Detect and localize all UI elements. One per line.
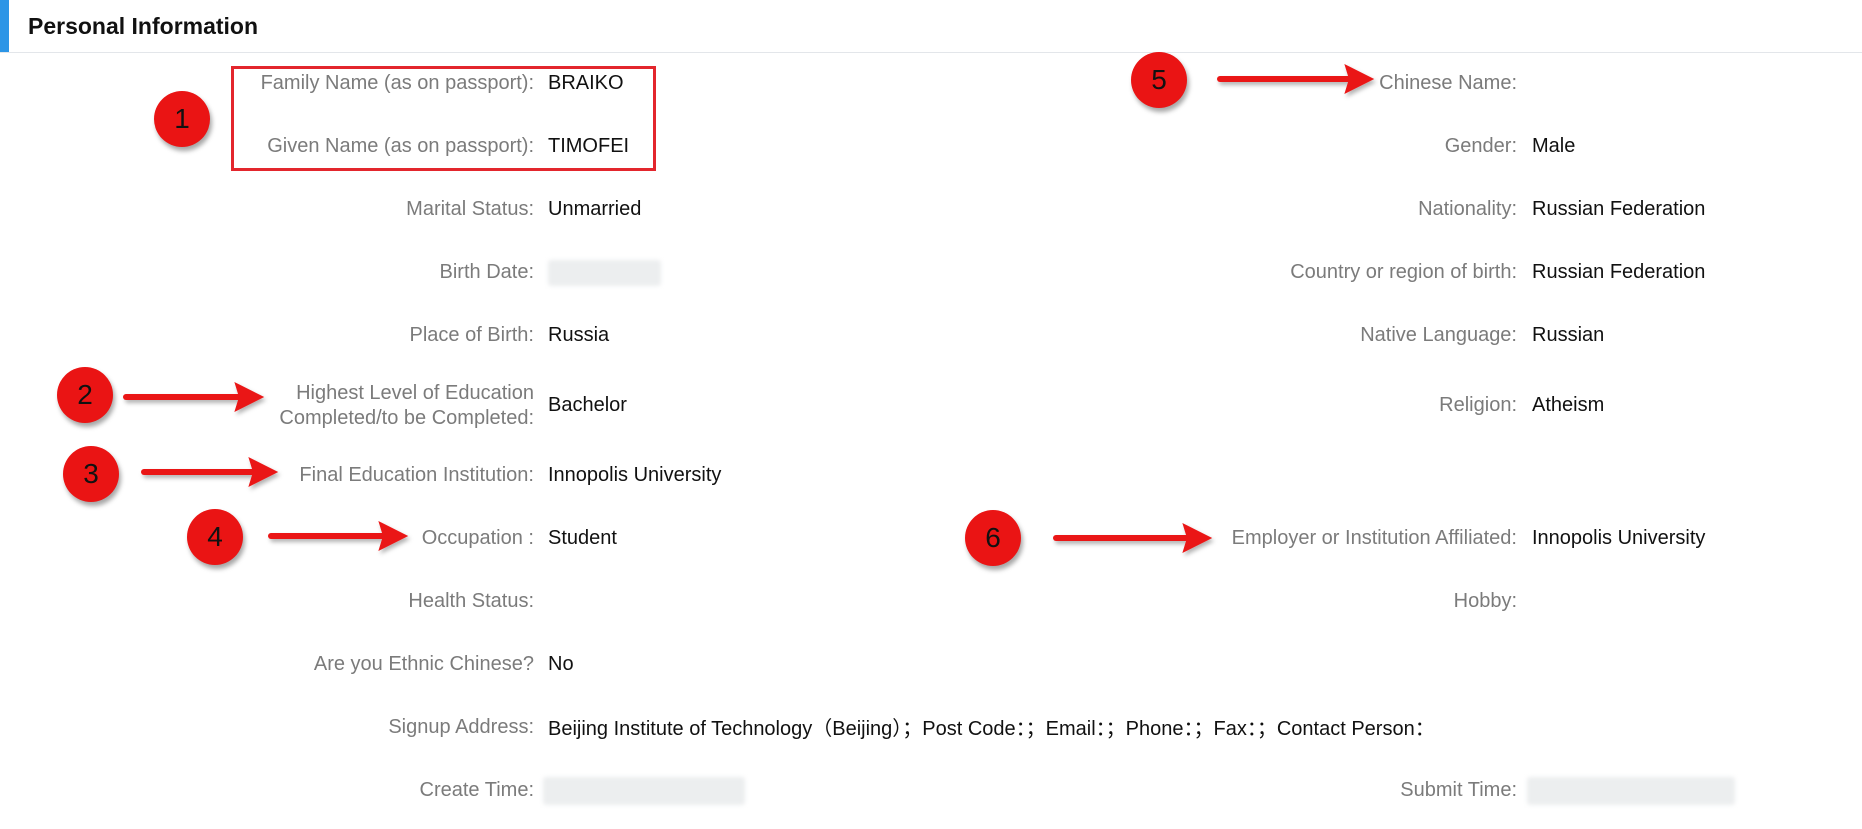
annotation-arrow-icon — [141, 457, 279, 487]
annotation-arrow-icon — [123, 382, 265, 412]
annotation-arrows — [123, 64, 1375, 553]
annotation-arrow-icon — [1053, 523, 1213, 553]
annotation-arrow-icon — [268, 521, 409, 551]
annotation-arrow-icon — [1217, 64, 1375, 94]
